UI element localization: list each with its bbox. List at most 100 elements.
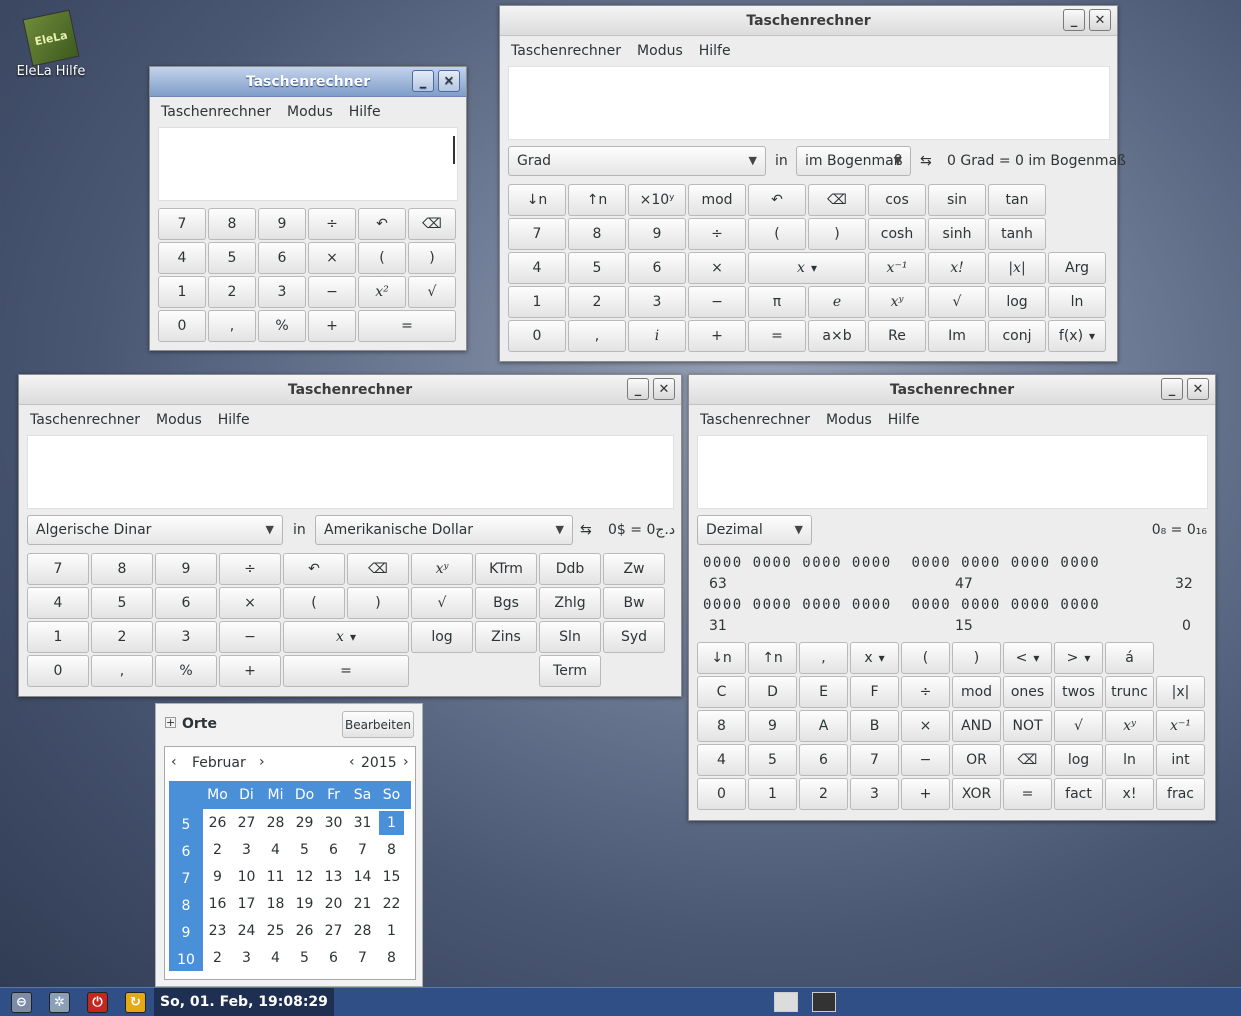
calc-key[interactable]: % — [155, 655, 217, 687]
calendar-day[interactable]: 25 — [261, 923, 290, 939]
calc-key[interactable]: 1 — [27, 621, 89, 653]
calc-key[interactable]: trunc — [1105, 676, 1154, 708]
calc-key[interactable]: xʸ — [411, 553, 473, 585]
calc-key[interactable]: ⌫ — [808, 184, 866, 216]
from-currency-select[interactable]: Algerische Dinar ▼ — [27, 515, 283, 545]
from-unit-select[interactable]: Grad ▼ — [508, 146, 766, 176]
calc-key[interactable]: cosh — [868, 218, 926, 250]
calc-key[interactable]: ↑n — [568, 184, 626, 216]
calendar-day[interactable]: 4 — [261, 950, 290, 966]
calc-key[interactable]: × — [219, 587, 281, 619]
minimize-button[interactable]: _ — [412, 70, 434, 92]
calc-key[interactable]: 6 — [258, 242, 306, 274]
calendar-day[interactable]: 7 — [348, 950, 377, 966]
calc-key[interactable]: Term — [539, 655, 601, 687]
calc-key[interactable]: 1 — [158, 276, 206, 308]
calc-key[interactable]: ln — [1105, 744, 1154, 776]
title-bar[interactable]: Taschenrechner _ ✕ — [150, 67, 466, 97]
calc-key[interactable]: á — [1105, 642, 1154, 674]
calc-key[interactable]: 7 — [850, 744, 899, 776]
calc-key[interactable]: 0 — [158, 310, 206, 342]
calc-key[interactable]: x⁻¹ — [868, 252, 926, 284]
menu-taschenrechner[interactable]: Taschenrechner — [153, 104, 279, 120]
calc-key[interactable]: Sln — [539, 621, 601, 653]
title-bar[interactable]: Taschenrechner _ ✕ — [689, 375, 1215, 405]
calendar-day[interactable]: 27 — [232, 815, 261, 831]
next-year-icon[interactable]: › — [403, 754, 409, 770]
calc-key[interactable]: mod — [688, 184, 746, 216]
settings-icon[interactable]: ✲ — [49, 992, 70, 1013]
calc-key[interactable]: Syd — [603, 621, 665, 653]
calc-key[interactable]: × — [308, 242, 356, 274]
calc-key[interactable]: C — [697, 676, 746, 708]
prev-month-icon[interactable]: ‹ — [171, 754, 177, 770]
calc-key[interactable]: Bw — [603, 587, 665, 619]
calc-key[interactable]: ↶ — [358, 208, 406, 240]
calendar-day[interactable]: 10 — [232, 869, 261, 885]
calc-key[interactable]: sinh — [928, 218, 986, 250]
calendar-day[interactable]: 15 — [377, 869, 406, 885]
calendar-day[interactable]: 21 — [348, 896, 377, 912]
calc-key[interactable]: ↶ — [748, 184, 806, 216]
terminal-icon[interactable] — [812, 992, 836, 1012]
calendar-day[interactable]: 26 — [203, 815, 232, 831]
calc-key[interactable]: x ▾ — [283, 621, 409, 653]
calc-key[interactable]: i — [628, 320, 686, 352]
bit-row-high[interactable]: 0000 0000 0000 0000 0000 0000 0000 0000 — [703, 555, 1100, 571]
calc-key[interactable]: ones — [1003, 676, 1052, 708]
calc-key[interactable]: √ — [928, 286, 986, 318]
calendar-day[interactable]: 3 — [232, 842, 261, 858]
calc-key[interactable]: 9 — [258, 208, 306, 240]
calc-key[interactable]: , — [208, 310, 256, 342]
calendar-day[interactable]: 28 — [348, 923, 377, 939]
calendar-day[interactable]: 22 — [377, 896, 406, 912]
calc-key[interactable]: ÷ — [901, 676, 950, 708]
calc-key[interactable]: 2 — [208, 276, 256, 308]
calc-key[interactable]: , — [91, 655, 153, 687]
calculator-display[interactable] — [158, 127, 458, 201]
calc-key[interactable]: ) — [347, 587, 409, 619]
calc-key[interactable]: AND — [952, 710, 1001, 742]
calc-key[interactable]: Bgs — [475, 587, 537, 619]
calc-key[interactable]: ) — [952, 642, 1001, 674]
calc-key[interactable]: 1 — [508, 286, 566, 318]
menu-modus[interactable]: Modus — [279, 104, 341, 120]
calc-key[interactable]: frac — [1156, 778, 1205, 810]
menu-hilfe[interactable]: Hilfe — [880, 412, 928, 428]
calc-key[interactable]: ln — [1048, 286, 1106, 318]
calculator-display[interactable] — [27, 435, 674, 509]
calendar-day[interactable]: 3 — [232, 950, 261, 966]
menu-hilfe[interactable]: Hilfe — [210, 412, 258, 428]
calc-key[interactable]: twos — [1054, 676, 1103, 708]
calc-key[interactable]: F — [850, 676, 899, 708]
expand-icon[interactable]: + — [165, 717, 176, 728]
edit-button[interactable]: Bearbeiten — [342, 711, 414, 738]
calc-key[interactable]: 0 — [27, 655, 89, 687]
desktop-icon-elela[interactable]: EleLa EleLa Hilfe — [10, 9, 92, 79]
calc-key[interactable]: π — [748, 286, 806, 318]
calc-key[interactable]: 3 — [155, 621, 217, 653]
close-button[interactable]: ✕ — [1089, 9, 1111, 31]
calc-key[interactable]: log — [1054, 744, 1103, 776]
calc-key[interactable]: , — [799, 642, 848, 674]
next-month-icon[interactable]: › — [259, 754, 265, 770]
calc-key[interactable]: 0 — [508, 320, 566, 352]
calc-key[interactable]: Zins — [475, 621, 537, 653]
calc-key[interactable]: − — [219, 621, 281, 653]
calc-key[interactable]: × — [901, 710, 950, 742]
calc-key[interactable]: ÷ — [219, 553, 281, 585]
show-desktop-icon[interactable] — [774, 992, 798, 1012]
calc-key[interactable]: ↓n — [508, 184, 566, 216]
calc-key[interactable]: = — [358, 310, 456, 342]
calendar-day[interactable]: 6 — [319, 950, 348, 966]
calc-key[interactable]: ( — [283, 587, 345, 619]
calc-key[interactable]: 7 — [27, 553, 89, 585]
calendar-day[interactable]: 16 — [203, 896, 232, 912]
calc-key[interactable]: 5 — [568, 252, 626, 284]
calendar-day[interactable]: 27 — [319, 923, 348, 939]
calc-key[interactable]: 4 — [697, 744, 746, 776]
calc-key[interactable]: sin — [928, 184, 986, 216]
calc-key[interactable]: 9 — [748, 710, 797, 742]
calc-key[interactable]: 5 — [748, 744, 797, 776]
calc-key[interactable]: √ — [411, 587, 473, 619]
